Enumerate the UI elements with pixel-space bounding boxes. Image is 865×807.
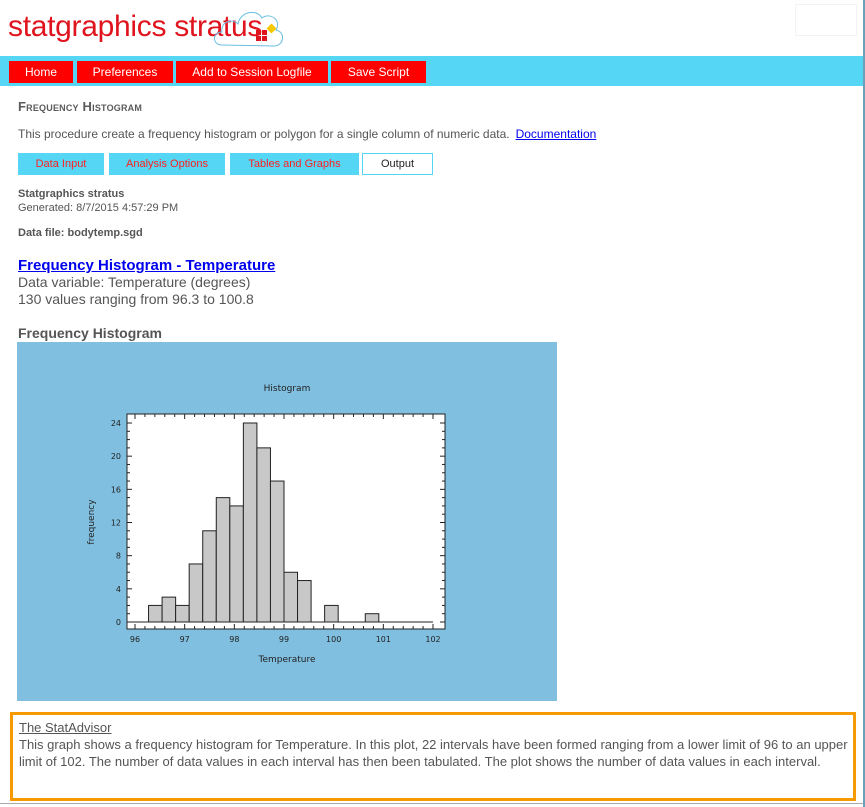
x-tick-label: 99 [279,635,289,644]
histogram-bar [256,447,271,623]
header-placeholder-box [795,4,857,36]
chart-title: Histogram [264,384,311,394]
statadvisor-text: This graph shows a frequency histogram f… [19,737,848,769]
page-title: Frequency Histogram [18,99,143,114]
histogram-bar [215,497,231,623]
histogram-bar [202,530,217,623]
y-tick-label: 24 [111,419,121,428]
histogram-bar [364,613,380,623]
logo-square-icon [262,36,267,41]
y-tick-label: 16 [111,485,121,494]
histogram-bar [269,480,285,623]
data-file: Data file: bodytemp.sgd [18,227,143,239]
y-tick-label: 20 [111,452,121,461]
y-tick-label: 8 [116,552,121,561]
home-button[interactable]: Home [9,61,73,83]
y-axis-label: frequency [87,499,97,545]
histogram-svg: Histogram Temperature frequency 96 97 98 99… [87,384,446,665]
x-tick-label: 97 [180,635,190,644]
y-tick-label: 12 [111,519,121,528]
tab-output[interactable]: Output [362,153,433,175]
page-description: This procedure create a frequency histog… [18,127,596,141]
tab-tables-and-graphs[interactable]: Tables and Graphs [230,153,359,175]
y-tick-label: 4 [116,585,121,594]
add-to-session-logfile-button[interactable]: Add to Session Logfile [176,61,328,83]
documentation-link[interactable]: Documentation [516,127,597,141]
save-script-button[interactable]: Save Script [331,61,426,83]
logo-text-statgraphics: statgraphics [8,10,167,43]
nav-bar: Home Preferences Add to Session Logfile … [0,56,863,86]
histogram-bar [175,604,190,623]
x-tick-label: 102 [425,635,440,644]
histogram-chart: Histogram Temperature frequency 96 97 98 99… [17,342,557,701]
histogram-bar [242,422,258,623]
section-title: Frequency Histogram [18,325,162,341]
histogram-bar [324,604,339,623]
divider [0,803,863,804]
description-text: This procedure create a frequency histog… [18,127,510,141]
generated-timestamp: Generated: 8/7/2015 4:57:29 PM [18,202,179,214]
data-variable: Data variable: Temperature (degrees) [18,274,251,290]
histogram-bar [229,505,244,623]
app-name: Statgraphics stratus [18,188,125,200]
statadvisor-panel: The StatAdvisor This graph shows a frequ… [10,712,856,801]
histogram-bar [161,596,177,623]
x-tick-label: 100 [326,635,341,644]
statadvisor-title: The StatAdvisor [19,720,112,735]
data-summary: 130 values ranging from 96.3 to 100.8 [18,291,254,307]
histogram-bar [148,604,163,623]
logo-square-icon [256,36,261,41]
x-axis-label: Temperature [257,655,315,665]
cloud-icon [214,11,283,47]
logo-square-icon [256,30,261,35]
preferences-button[interactable]: Preferences [77,61,173,83]
tab-data-input[interactable]: Data Input [18,153,104,175]
x-tick-label: 101 [376,635,391,644]
histogram-bar [188,563,204,623]
x-tick-label: 98 [229,635,239,644]
histogram-bar [297,580,312,623]
app-header: statgraphics stratus [0,0,865,56]
tab-analysis-options[interactable]: Analysis Options [109,153,225,175]
result-link[interactable]: Frequency Histogram - Temperature [18,257,275,274]
histogram-bar [283,571,299,623]
logo-square-icon [262,30,267,35]
x-tick-label: 96 [130,635,140,644]
y-tick-label: 0 [116,618,121,627]
